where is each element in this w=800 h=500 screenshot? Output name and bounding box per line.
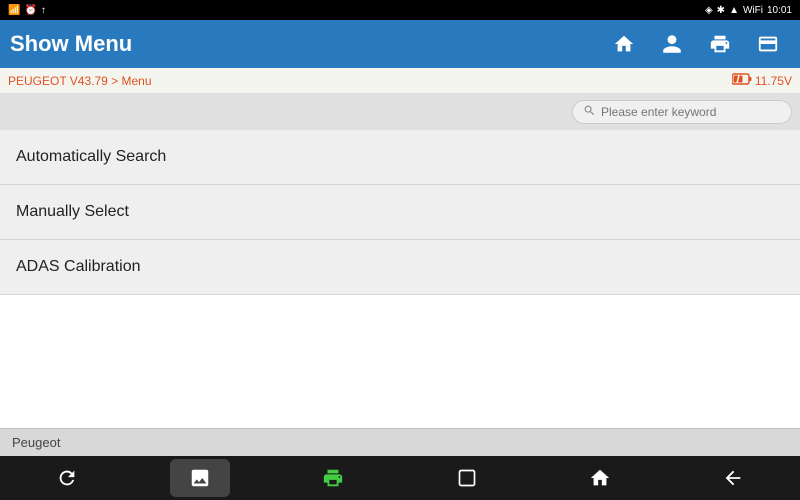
menu-item-adas[interactable]: ADAS Calibration — [0, 240, 800, 295]
time-display: 10:01 — [767, 5, 792, 16]
menu-item-auto-search[interactable]: Automatically Search — [0, 130, 800, 185]
header-icons — [602, 25, 790, 63]
alarm-icon: ⏰ — [24, 5, 36, 16]
home-nav-button[interactable] — [570, 459, 630, 497]
status-bar-right: ◈ ✱ ▲ WiFi 10:01 — [705, 5, 792, 16]
menu-item-manually-select[interactable]: Manually Select — [0, 185, 800, 240]
location-icon: ◈ — [705, 5, 713, 16]
battery-icon — [732, 73, 752, 88]
menu-item-label: ADAS Calibration — [16, 258, 141, 275]
footer-brand: Peugeot — [12, 435, 60, 450]
menu-item-label: Manually Select — [16, 203, 129, 220]
menu-item-label: Automatically Search — [16, 148, 166, 165]
breadcrumb-bar: PEUGEOT V43.79 > Menu 11.75V — [0, 68, 800, 94]
breadcrumb: PEUGEOT V43.79 > Menu — [8, 74, 152, 88]
home-button[interactable] — [602, 25, 646, 63]
printer-nav-button[interactable] — [303, 459, 363, 497]
user-button[interactable] — [650, 25, 694, 63]
square-button[interactable] — [437, 459, 497, 497]
header: Show Menu — [0, 20, 800, 68]
wifi-icon: WiFi — [743, 5, 763, 16]
footer-info: Peugeot — [0, 428, 800, 456]
menu-list: Automatically Search Manually Select ADA… — [0, 130, 800, 295]
search-icon — [583, 104, 596, 120]
battery-info: 11.75V — [732, 73, 792, 88]
print-button[interactable] — [698, 25, 742, 63]
page-title: Show Menu — [10, 31, 132, 57]
refresh-button[interactable] — [37, 459, 97, 497]
sim-icon: 📶 — [8, 5, 20, 16]
back-nav-button[interactable] — [703, 459, 763, 497]
bottom-nav — [0, 456, 800, 500]
bluetooth-icon: ✱ — [717, 5, 725, 16]
signal-icon: ▲ — [729, 5, 739, 16]
status-bar: 📶 ⏰ ↑ ◈ ✱ ▲ WiFi 10:01 — [0, 0, 800, 20]
battery-voltage: 11.75V — [755, 74, 792, 88]
search-wrapper[interactable] — [572, 100, 792, 124]
upload-icon: ↑ — [41, 5, 46, 16]
card-button[interactable] — [746, 25, 790, 63]
search-bar — [0, 94, 800, 130]
gallery-button[interactable] — [170, 459, 230, 497]
search-input[interactable] — [601, 105, 771, 119]
status-bar-left: 📶 ⏰ ↑ — [8, 5, 46, 16]
